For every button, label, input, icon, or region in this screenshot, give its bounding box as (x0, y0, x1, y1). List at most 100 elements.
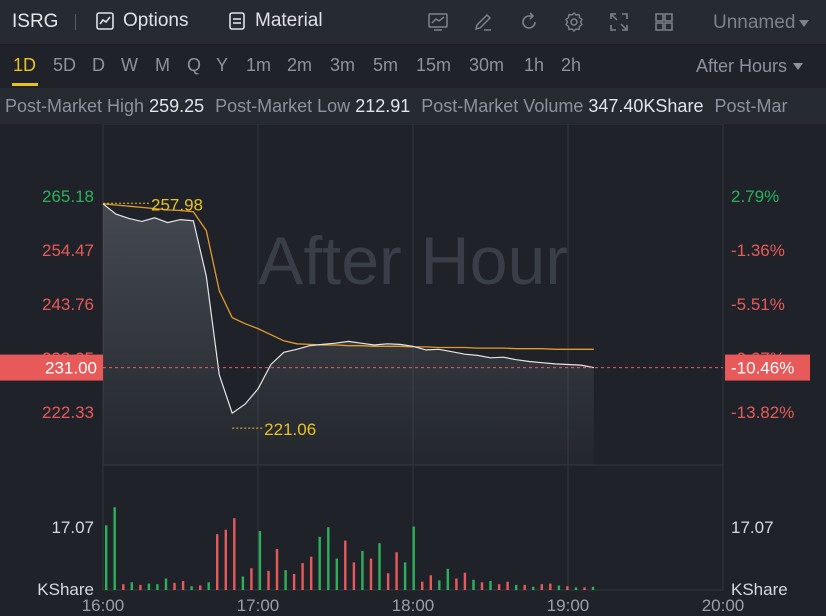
time-axis-label: 18:00 (392, 596, 435, 615)
volume-bar (540, 584, 543, 590)
volume-bar (429, 575, 432, 590)
volume-bar (403, 562, 407, 590)
percent-axis-label: 2.79% (731, 187, 779, 206)
toolbar-divider (75, 14, 76, 30)
volume-axis-label-left: 17.07 (51, 518, 94, 537)
volume-bar (258, 531, 262, 590)
period-tab-q[interactable]: Q (187, 55, 201, 76)
period-tab-30m[interactable]: 30m (469, 55, 504, 76)
volume-bar (497, 584, 501, 590)
volume-bar (147, 583, 151, 590)
chevron-down-icon (799, 19, 810, 27)
material-button[interactable]: Material (227, 10, 323, 32)
top-toolbar: ISRG Options Material Unnamed (0, 0, 826, 45)
material-label: Material (255, 10, 323, 31)
ticker-symbol[interactable]: ISRG (12, 11, 58, 33)
volume-bar (446, 568, 449, 590)
volume-bar (489, 581, 492, 590)
volume-bar (574, 587, 578, 590)
period-tab-d[interactable]: D (92, 55, 105, 76)
volume-bar (523, 584, 526, 590)
time-axis-label: 19:00 (547, 596, 590, 615)
price-axis-label: 254.47 (42, 241, 94, 260)
period-tab-2m[interactable]: 2m (287, 55, 312, 76)
grid-layout-icon[interactable] (653, 11, 675, 33)
low-value: 212.91 (355, 96, 411, 116)
layout-name-dropdown[interactable]: Unnamed (713, 12, 810, 34)
watermark-text: After Hour (258, 223, 568, 299)
period-tab-3m[interactable]: 3m (330, 55, 355, 76)
volume-bar (318, 536, 321, 590)
period-tab-1h[interactable]: 1h (524, 55, 544, 76)
options-chart-icon (96, 12, 114, 30)
time-axis-label: 16:00 (82, 596, 125, 615)
volume-bar (250, 568, 253, 590)
volume-axis-label-right: 17.07 (731, 518, 774, 537)
session-selector-label: After Hours (696, 56, 788, 76)
period-tab-w[interactable]: W (121, 55, 138, 76)
refresh-icon[interactable] (518, 11, 540, 33)
time-axis-label: 20:00 (702, 596, 745, 615)
volume-bar (386, 573, 390, 590)
percent-axis-label: -1.36% (731, 241, 785, 260)
volume-bar (181, 581, 185, 590)
volume-bar (267, 570, 270, 590)
volume-bar (455, 578, 458, 590)
settings-gear-icon[interactable] (563, 11, 585, 33)
volume-bar (130, 582, 133, 590)
volume-bar (557, 585, 561, 590)
volume-bar (216, 534, 219, 590)
period-tab-2h[interactable]: 2h (561, 55, 581, 76)
volume-bar (583, 587, 586, 590)
options-button[interactable]: Options (95, 10, 188, 32)
volume-bar (369, 558, 373, 590)
volume-bar (463, 572, 467, 590)
volume-label: Post-Market Volume (421, 96, 584, 116)
volume-bar (207, 582, 210, 590)
time-axis-label: 17:00 (237, 596, 280, 615)
period-selector-bar: After Hours 1D 5D D W M Q Y 1m 2m 3m 5m 15m 30m 1h 2h (0, 45, 826, 87)
low-label: Post-Market Low (215, 96, 351, 116)
volume-bar (164, 578, 168, 590)
volume-bar (438, 580, 441, 590)
volume-bar (122, 584, 125, 590)
material-doc-icon (229, 12, 245, 30)
volume-bar (173, 582, 176, 590)
draw-pen-icon[interactable] (472, 11, 494, 33)
price-axis-label: 243.76 (42, 295, 94, 314)
volume-bar (310, 556, 313, 590)
volume-bar (549, 583, 552, 590)
options-label: Options (123, 10, 189, 31)
post-market-stats-bar: Post-Market High 259.25 Post-Market Low … (0, 88, 826, 124)
volume-bars (105, 507, 595, 590)
active-period-underline (12, 83, 38, 86)
volume-bar (472, 579, 475, 590)
period-tab-1m[interactable]: 1m (246, 55, 271, 76)
stats-line: Post-Market High 259.25 Post-Market Low … (5, 96, 787, 117)
period-tab-5m[interactable]: 5m (373, 55, 398, 76)
high-value: 259.25 (149, 96, 205, 116)
volume-bar (532, 586, 535, 590)
volume-bar (113, 507, 116, 590)
period-tab-1d[interactable]: 1D (13, 55, 36, 76)
fullscreen-icon[interactable] (608, 11, 630, 33)
chevron-down-icon (793, 63, 804, 70)
period-tab-y[interactable]: Y (216, 55, 228, 76)
high-label: Post-Market High (5, 96, 145, 116)
volume-bar (566, 586, 569, 590)
current-price-label: 231.00 (45, 359, 97, 378)
price-chart[interactable]: After Hour 257.98 221.06 265.18 254.47 243.… (0, 124, 826, 616)
chart-indicator-icon[interactable] (427, 11, 449, 33)
volume-bar (395, 552, 398, 590)
volume-bar (335, 558, 338, 590)
volume-bar (275, 549, 279, 590)
session-selector-dropdown[interactable]: After Hours (696, 56, 804, 77)
volume-bar (156, 584, 159, 590)
period-tab-15m[interactable]: 15m (416, 55, 451, 76)
volume-bar (591, 586, 595, 590)
percent-axis-label: -13.82% (731, 403, 794, 422)
volume-bar (139, 584, 142, 590)
period-tab-m[interactable]: M (155, 55, 170, 76)
volume-bar (352, 562, 356, 590)
period-tab-5d[interactable]: 5D (53, 55, 76, 76)
